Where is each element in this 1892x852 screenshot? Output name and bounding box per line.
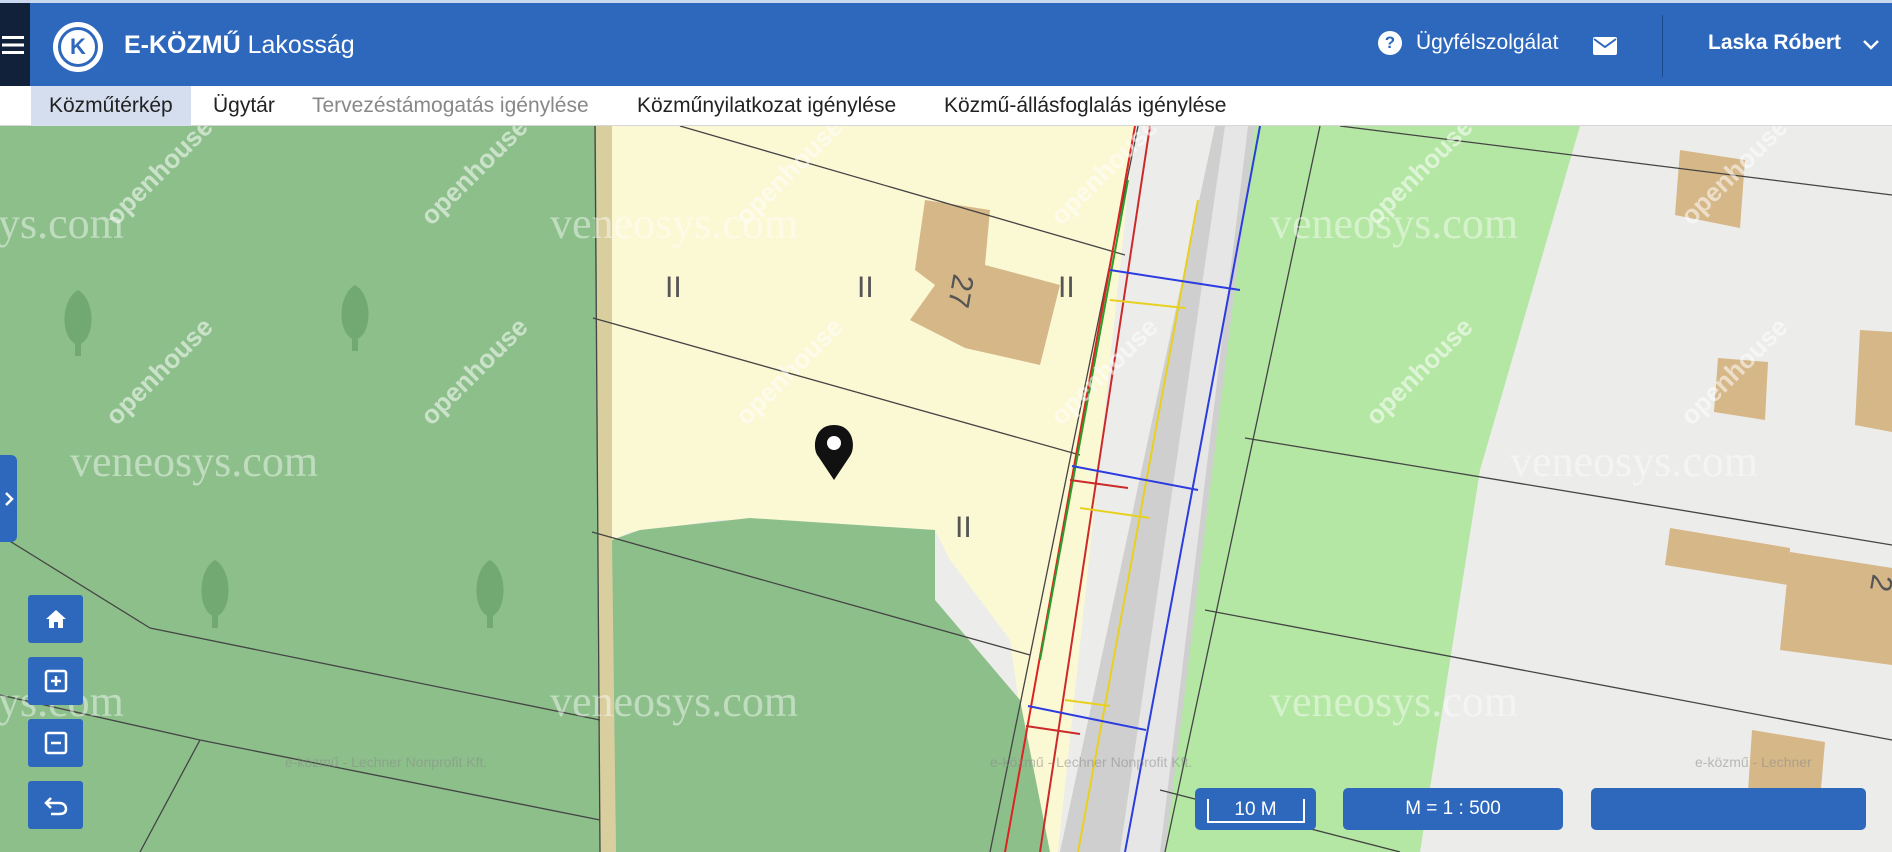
watermark-text: veneosys.com: [70, 437, 319, 486]
app-title-sub: Lakosság: [247, 31, 355, 59]
map-attribution: e-közmű - Lechner Nonprofit Kft.: [285, 754, 488, 770]
utility-map[interactable]: ys.com veneosys.com veneosys.com veneosy…: [0, 126, 1892, 852]
help-label: Ügyfélszolgálat: [1416, 31, 1559, 54]
back-button[interactable]: [28, 781, 83, 829]
app-logo[interactable]: K: [53, 22, 103, 72]
zoom-in-icon: [44, 669, 67, 693]
tab-kozmunyilatkozat[interactable]: Közműnyilatkozat igénylése: [637, 86, 896, 126]
menu-button[interactable]: [0, 3, 30, 86]
zoom-in-button[interactable]: [28, 657, 83, 705]
map-canvas[interactable]: [0, 126, 1892, 852]
watermark-text: veneosys.com: [1270, 677, 1519, 726]
tab-kozmuterkep[interactable]: Közműtérkép: [31, 86, 191, 126]
hamburger-icon: [2, 35, 24, 54]
coordinate-box: [1591, 788, 1866, 830]
nav-bar: Közműtérkép Ügytár Tervezéstámogatás igé…: [0, 86, 1892, 126]
home-icon: [45, 610, 66, 628]
logo-letter: K: [58, 27, 98, 67]
tab-kozmu-allasfoglalas[interactable]: Közmű-állásfoglalás igénylése: [944, 86, 1227, 126]
help-link[interactable]: ? Ügyfélszolgálat: [1378, 31, 1558, 55]
house-number-label: 27: [941, 271, 980, 311]
parcel-mark: II: [955, 511, 972, 544]
map-attribution: e-közmű - Lechner Nonprofit Kft.: [990, 754, 1193, 770]
scale-ratio[interactable]: M = 1 : 500: [1343, 788, 1563, 830]
watermark-text: veneosys.com: [1510, 437, 1759, 486]
app-title: E-KÖZMŰ Lakosság: [124, 31, 355, 60]
top-header: K E-KÖZMŰ Lakosság ? Ügyfélszolgálat Las…: [0, 0, 1892, 86]
zoom-out-icon: [44, 731, 67, 755]
parcel-mark: II: [665, 271, 682, 304]
scale-bar: 10 M: [1195, 788, 1316, 830]
zoom-out-button[interactable]: [28, 719, 83, 767]
watermark-text: veneosys.com: [550, 677, 799, 726]
tab-ugytar[interactable]: Ügytár: [213, 86, 275, 126]
app-title-bold: E-KÖZMŰ: [124, 31, 241, 59]
mail-icon[interactable]: [1593, 37, 1617, 55]
chevron-down-icon[interactable]: [1862, 39, 1880, 51]
user-menu[interactable]: Laska Róbert: [1708, 31, 1841, 55]
chevron-right-icon: [4, 491, 14, 506]
side-panel-toggle[interactable]: [0, 455, 17, 542]
undo-icon: [43, 797, 67, 816]
scale-bar-label: 10 M: [1206, 799, 1305, 823]
parcel-mark: II: [857, 271, 874, 304]
tab-tervezestamogatas[interactable]: Tervezéstámogatás igénylése: [312, 86, 589, 126]
home-button[interactable]: [28, 595, 83, 643]
map-attribution: e-közmű - Lechner: [1695, 754, 1812, 770]
parcel-mark: II: [1058, 271, 1075, 304]
header-divider: [1662, 15, 1663, 77]
question-circle-icon: ?: [1378, 31, 1402, 55]
